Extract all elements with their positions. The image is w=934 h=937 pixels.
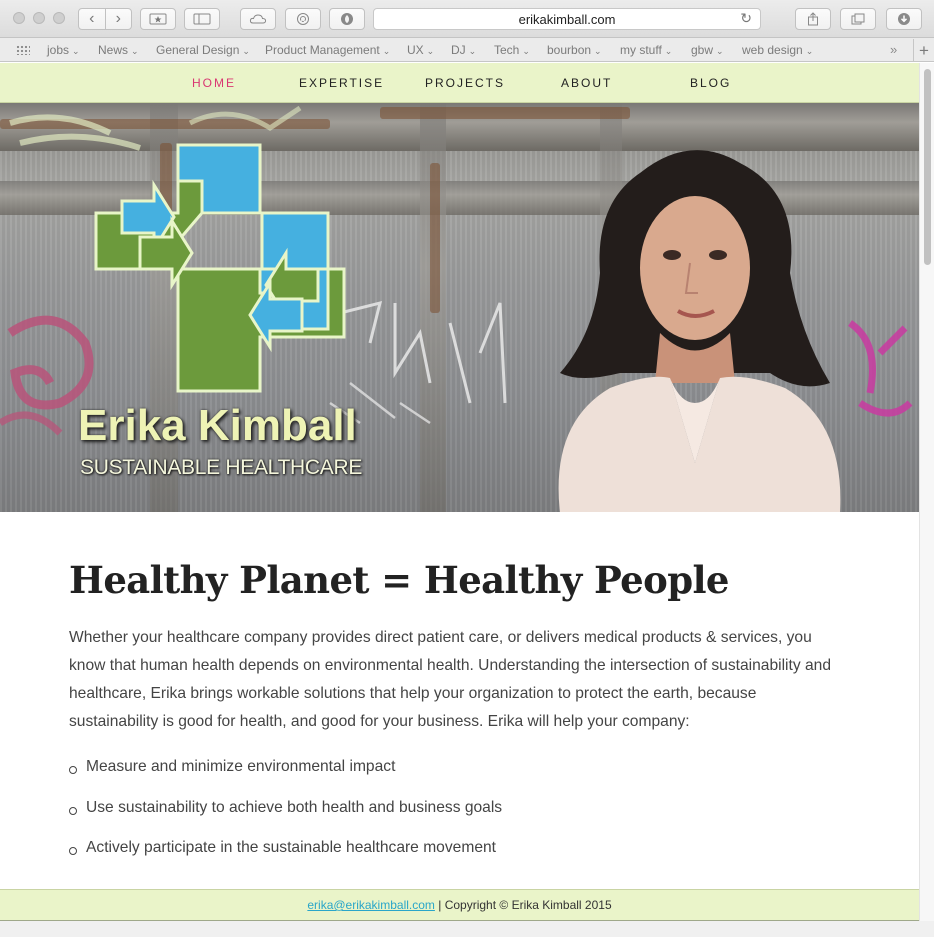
chevron-down-icon: ⌄ [664,46,673,56]
bookmark-folder-bourbon[interactable]: bourbon ⌄ [547,43,602,57]
chevron-down-icon: ⌄ [522,46,530,56]
bookmark-label: jobs [47,43,70,57]
new-tab-icon[interactable]: + [913,39,934,62]
sync-icon[interactable] [285,8,321,30]
bookmark-folder-dj[interactable]: DJ ⌄ [451,43,476,57]
bookmark-label: my stuff [620,43,662,57]
bookmark-label: bourbon [547,43,592,57]
tabs-icon[interactable] [840,8,876,30]
bookmark-label: UX [407,43,424,57]
bookmark-label: Tech [494,43,520,57]
icloud-icon[interactable] [240,8,276,30]
chevron-down-icon: ⌄ [716,46,724,56]
chevron-down-icon: ⌄ [382,46,391,56]
intro-paragraph: Whether your healthcare company provides… [69,629,831,730]
bookmark-folder-general-design[interactable]: General Design ⌄ [156,43,250,57]
chevron-down-icon: ⌄ [594,46,602,56]
bookmark-folder-ux[interactable]: UX ⌄ [407,43,434,57]
bookmark-folder-product-management[interactable]: Product Management ⌄ [265,43,390,57]
browser-toolbar: ‹ › erikakimball.com ↻ [0,0,934,38]
benefits-list: Measure and minimize environmental impac… [69,758,502,880]
url-text: erikakimball.com [518,11,616,27]
top-sites-grid-icon[interactable] [16,45,30,55]
bookmark-label: gbw [691,43,714,57]
scrollbar-thumb[interactable] [924,69,931,265]
chevron-down-icon: ⌄ [805,46,814,56]
site-footer: erika@erikakimball.com | Copyright © Eri… [0,889,919,921]
hero-banner: Erika Kimball SUSTAINABLE HEALTHCARE [0,103,919,512]
bookmark-folder-my-stuff[interactable]: my stuff ⌄ [620,43,672,57]
footer-copyright: | Copyright © Erika Kimball 2015 [438,898,612,912]
share-icon[interactable] [795,8,831,30]
hero-tagline: SUSTAINABLE HEALTHCARE [80,456,363,479]
bookmark-label: General Design [156,43,240,57]
list-item: Actively participate in the sustainable … [69,839,502,880]
chevron-down-icon: ⌄ [426,46,435,56]
hero-name: Erika Kimball [78,401,357,450]
downloads-icon[interactable] [886,8,922,30]
chevron-down-icon: ⌄ [72,46,80,56]
zoom-window-button[interactable] [53,12,65,24]
nav-home[interactable]: HOME [192,76,236,90]
chevron-down-icon: ⌄ [131,46,139,56]
bookmark-folder-jobs[interactable]: jobs ⌄ [47,43,80,57]
forward-icon[interactable]: › [104,9,132,29]
web-page: HOME EXPERTISE PROJECTS ABOUT BLOG Erika… [0,63,919,937]
nav-projects[interactable]: PROJECTS [425,76,505,90]
bookmark-folder-web-design[interactable]: web design ⌄ [742,43,813,57]
bookmark-label: Product Management [265,43,380,57]
overflow-icon[interactable]: » [890,42,897,57]
footer-email-link[interactable]: erika@erikakimball.com [307,898,435,912]
bookmark-label: DJ [451,43,466,57]
history-nav-group: ‹ › [78,8,132,30]
page-headline: Healthy Planet = Healthy People [69,558,729,602]
bookmarks-star-icon[interactable] [140,8,176,30]
bookmark-folder-gbw[interactable]: gbw ⌄ [691,43,724,57]
address-bar[interactable]: erikakimball.com ↻ [373,8,761,30]
nav-about[interactable]: ABOUT [561,76,612,90]
bookmark-label: web design [742,43,803,57]
chevron-down-icon: ⌄ [242,46,250,56]
list-item: Measure and minimize environmental impac… [69,758,502,799]
minimize-window-button[interactable] [33,12,45,24]
chevron-down-icon: ⌄ [468,46,477,56]
list-item: Use sustainability to achieve both healt… [69,799,502,840]
bookmarks-bar: jobs ⌄ News ⌄ General Design ⌄ Product Mana… [0,38,934,62]
page-scrollbar[interactable] [919,63,934,921]
back-icon[interactable]: ‹ [79,9,105,29]
bookmark-folder-tech[interactable]: Tech ⌄ [494,43,530,57]
sidebar-icon[interactable] [184,8,220,30]
nav-expertise[interactable]: EXPERTISE [299,76,384,90]
bookmark-label: News [98,43,129,57]
close-window-button[interactable] [13,12,25,24]
window-bottom-edge [0,921,934,937]
portrait-image [558,150,841,512]
health-cross-logo [94,143,346,393]
nav-blog[interactable]: BLOG [690,76,731,90]
bookmark-folder-news[interactable]: News ⌄ [98,43,139,57]
privacy-icon[interactable] [329,8,365,30]
reload-icon[interactable]: ↻ [740,10,752,27]
site-nav: HOME EXPERTISE PROJECTS ABOUT BLOG [0,63,919,103]
